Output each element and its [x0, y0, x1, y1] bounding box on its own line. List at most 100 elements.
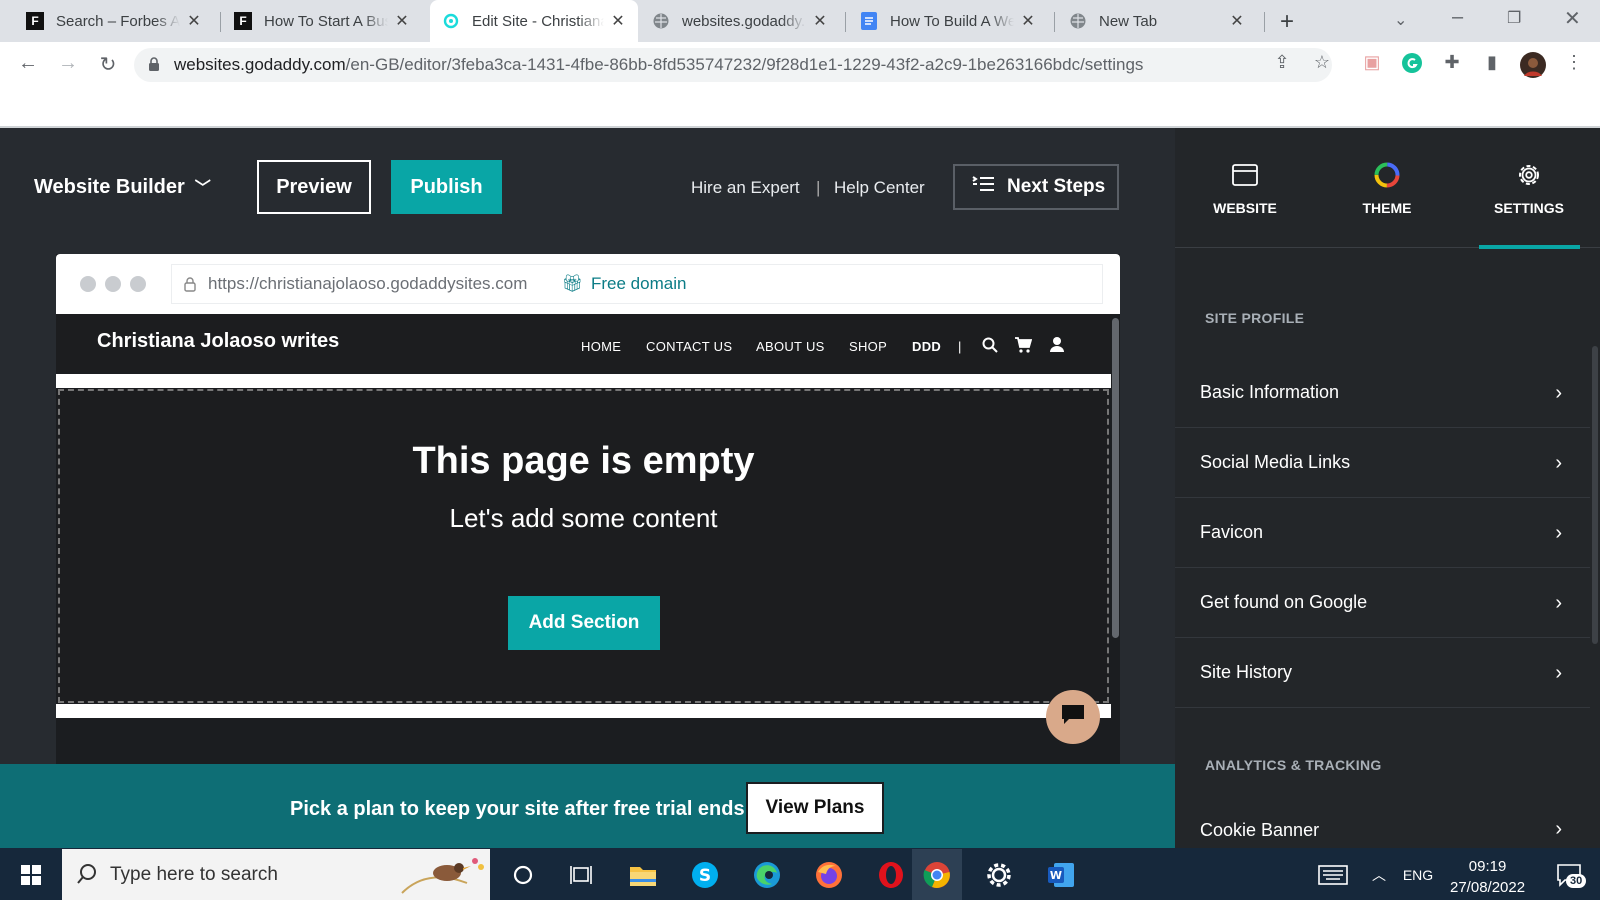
reload-icon[interactable]: ↻ — [96, 52, 120, 77]
search-icon[interactable] — [982, 337, 998, 358]
empty-page-section[interactable] — [58, 389, 1109, 703]
word-icon[interactable]: W — [1046, 860, 1076, 890]
list-icon — [971, 175, 995, 199]
forbes-icon: F — [26, 12, 44, 30]
account-icon[interactable] — [1049, 336, 1065, 357]
settings-gear-icon[interactable] — [984, 860, 1014, 890]
browser-tab-strip: F Search – Forbes Advisor ✕ F How To Sta… — [0, 0, 1600, 42]
windows-start-icon[interactable] — [16, 860, 46, 890]
nav-about-us[interactable]: ABOUT US — [756, 339, 825, 354]
edge-icon[interactable] — [752, 860, 782, 890]
extension-icon[interactable]: ▣ — [1360, 52, 1384, 76]
close-tab-icon[interactable]: ✕ — [1020, 11, 1036, 31]
settings-item-social-media-links[interactable]: Social Media Links › — [1175, 428, 1590, 498]
lock-icon — [184, 276, 196, 297]
window-dot — [105, 276, 121, 292]
cart-icon[interactable] — [1014, 337, 1033, 358]
grammarly-icon[interactable] — [1400, 52, 1424, 76]
close-tab-icon[interactable]: ✕ — [812, 11, 828, 31]
svg-text:W: W — [1050, 869, 1062, 882]
back-icon[interactable]: ← — [16, 52, 40, 75]
profile-avatar[interactable] — [1520, 52, 1546, 78]
bookmark-star-icon[interactable]: ☆ — [1310, 52, 1334, 76]
tab-website[interactable]: WEBSITE — [1190, 160, 1300, 216]
firefox-icon[interactable] — [814, 860, 844, 890]
view-plans-button[interactable]: View Plans — [746, 782, 884, 834]
cortana-icon[interactable] — [508, 860, 538, 890]
clock-time: 09:19 — [1468, 858, 1507, 875]
nav-divider: | — [958, 339, 962, 354]
settings-item-get-found-on-google[interactable]: Get found on Google › — [1175, 568, 1590, 638]
chevron-down-icon: ﹀ — [194, 180, 211, 197]
close-tab-icon[interactable]: ✕ — [186, 11, 202, 31]
hire-expert-link[interactable]: Hire an Expert — [691, 178, 800, 198]
chevron-up-icon[interactable]: ︿ — [1364, 860, 1394, 890]
close-window-icon[interactable]: ✕ — [1564, 6, 1581, 31]
chrome-menu-icon[interactable]: ⋮ — [1562, 52, 1586, 76]
tab-settings[interactable]: SETTINGS — [1474, 160, 1584, 216]
language-indicator[interactable]: ENG — [1398, 860, 1438, 890]
new-tab-icon[interactable]: + — [1280, 8, 1294, 36]
search-highlight-bird-icon — [397, 853, 487, 903]
keyboard-icon[interactable] — [1318, 860, 1348, 890]
section-separator — [56, 704, 1111, 718]
section-site-profile: SITE PROFILE — [1205, 310, 1305, 326]
extensions-puzzle-icon[interactable]: ✚ — [1440, 52, 1464, 76]
chat-button[interactable] — [1046, 690, 1100, 744]
share-icon[interactable]: ⇪ — [1270, 52, 1294, 76]
free-domain-link[interactable]: 🎁︎ Free domain — [561, 274, 686, 294]
settings-item-basic-information[interactable]: Basic Information › — [1175, 358, 1590, 428]
browser-tab-active[interactable]: Edit Site - Christiana Jolaoso writes ✕ — [430, 0, 638, 42]
settings-item-cookie-banner[interactable]: Cookie Banner › — [1175, 808, 1590, 852]
chevron-right-icon: › — [1555, 592, 1562, 614]
tab-search-icon[interactable]: ⌄ — [1394, 10, 1407, 30]
window-dot — [80, 276, 96, 292]
close-tab-icon[interactable]: ✕ — [1229, 11, 1245, 31]
lock-icon — [148, 56, 160, 77]
chrome-icon[interactable] — [922, 860, 952, 890]
browser-tab[interactable]: F Search – Forbes Advisor ✕ — [14, 0, 214, 42]
publish-button[interactable]: Publish — [391, 160, 502, 214]
opera-icon[interactable] — [876, 860, 906, 890]
site-title[interactable]: Christiana Jolaoso writes — [97, 330, 339, 353]
globe-icon — [652, 12, 670, 30]
nav-shop[interactable]: SHOP — [849, 339, 887, 354]
side-panel-icon[interactable]: ▮ — [1480, 52, 1504, 76]
forbes-icon: F — [234, 12, 252, 30]
address-bar[interactable]: websites.godaddy.com/en-GB/editor/3feba3… — [134, 48, 1332, 82]
nav-ddd[interactable]: DDD — [912, 339, 941, 354]
nav-home[interactable]: HOME — [581, 339, 621, 354]
next-steps-button[interactable]: Next Steps — [953, 164, 1119, 210]
skype-icon[interactable]: S — [690, 860, 720, 890]
gift-icon: 🎁︎ — [561, 274, 583, 293]
system-clock[interactable]: 09:19 27/08/2022 — [1450, 856, 1525, 898]
chat-bubble-icon — [1060, 703, 1086, 732]
settings-item-favicon[interactable]: Favicon › — [1175, 498, 1590, 568]
preview-scrollbar[interactable] — [1112, 318, 1119, 638]
add-section-button[interactable]: Add Section — [508, 596, 660, 650]
settings-item-site-history[interactable]: Site History › — [1175, 638, 1590, 708]
help-center-link[interactable]: Help Center — [834, 178, 925, 198]
restore-icon[interactable]: ❐ — [1507, 8, 1521, 28]
window-dot — [130, 276, 146, 292]
close-tab-icon[interactable]: ✕ — [394, 11, 410, 31]
close-tab-icon[interactable]: ✕ — [610, 11, 626, 31]
file-explorer-icon[interactable] — [628, 860, 658, 890]
empty-page-subtitle: Let's add some content — [449, 503, 718, 533]
tab-theme[interactable]: THEME — [1332, 160, 1442, 216]
clock-date: 27/08/2022 — [1450, 879, 1526, 896]
browser-tab[interactable]: websites.godaddy.com ✕ — [640, 0, 840, 42]
minimize-icon[interactable]: – — [1452, 6, 1463, 29]
task-view-icon[interactable] — [566, 860, 596, 890]
browser-tab[interactable]: F How To Start A Business ✕ — [222, 0, 422, 42]
browser-tab[interactable]: How To Build A Website ✕ — [848, 0, 1048, 42]
forward-icon[interactable]: → — [56, 52, 80, 75]
preview-button[interactable]: Preview — [257, 160, 371, 214]
panel-scrollbar[interactable] — [1592, 346, 1598, 644]
taskbar-search-input[interactable]: Type here to search — [62, 849, 490, 900]
chevron-right-icon: › — [1555, 382, 1562, 404]
docs-icon — [860, 12, 878, 30]
browser-tab[interactable]: New Tab ✕ — [1057, 0, 1257, 42]
website-builder-menu[interactable]: Website Builder ﹀ — [34, 174, 211, 199]
nav-contact-us[interactable]: CONTACT US — [646, 339, 732, 354]
